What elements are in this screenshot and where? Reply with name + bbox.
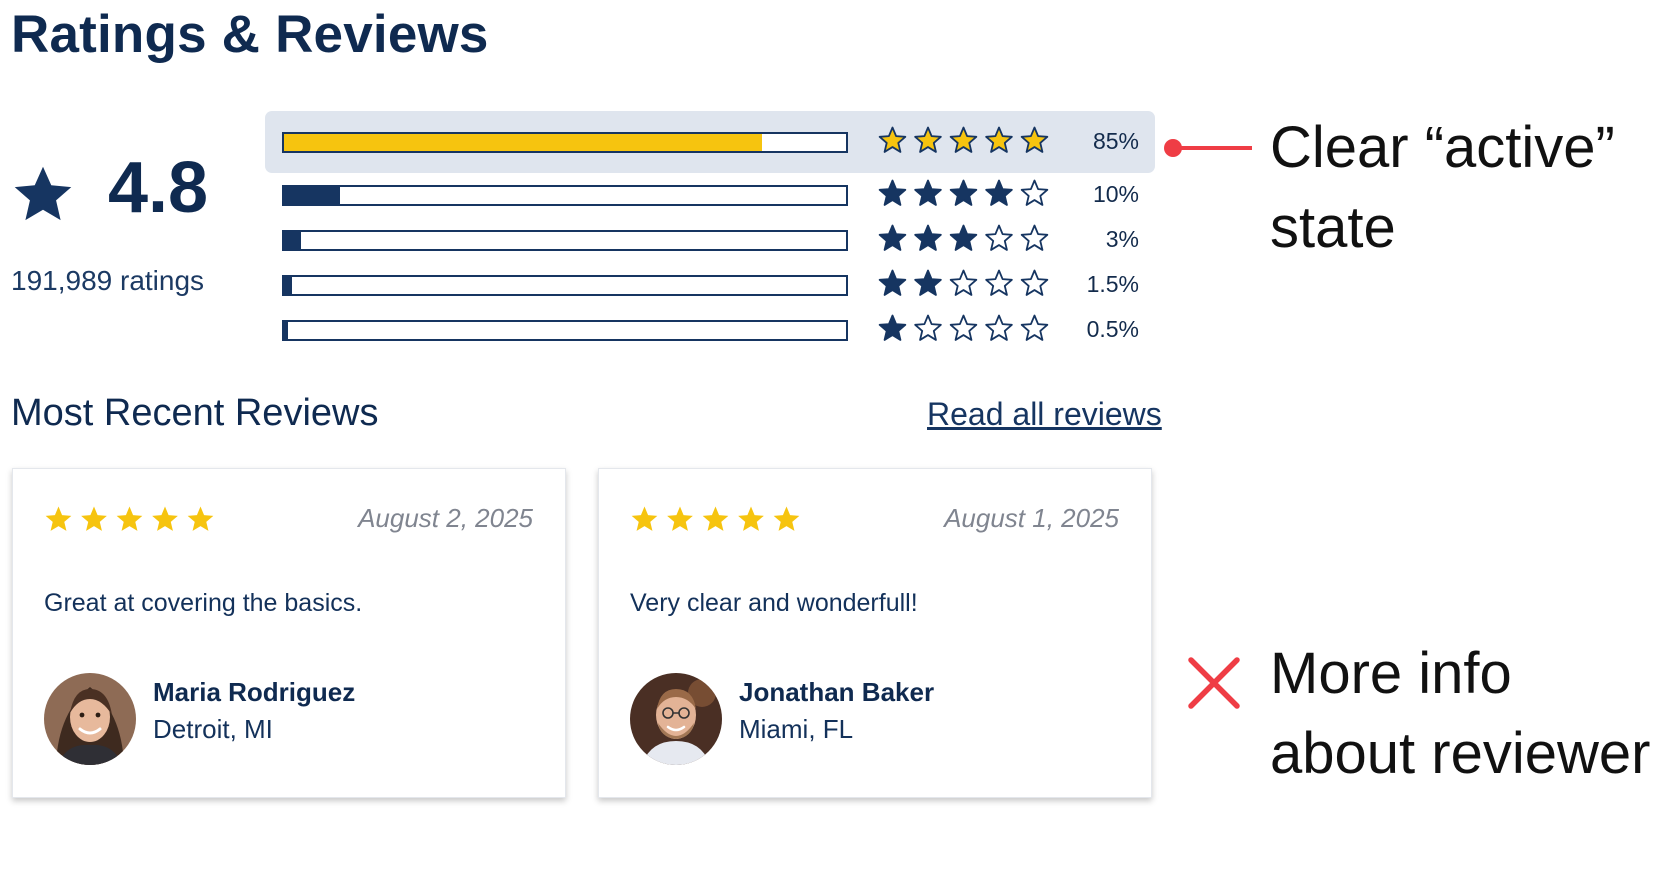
star-rating	[631, 506, 800, 531]
filled-star-icon	[914, 224, 942, 251]
average-rating: 4.8	[108, 148, 209, 228]
filled-star-icon	[914, 126, 942, 153]
star-rating	[878, 314, 1049, 341]
rating-bar	[282, 230, 848, 251]
review-date: August 2, 2025	[358, 503, 533, 533]
review-card: August 2, 2025 Great at covering the bas…	[12, 468, 566, 798]
page-title: Ratings & Reviews	[11, 5, 489, 64]
rating-bar-fill	[284, 187, 341, 204]
annotation-active-state: Clear “active” state	[1270, 108, 1615, 268]
callout-line	[1176, 146, 1252, 150]
star-icon	[14, 166, 72, 221]
rating-bar-fill	[284, 322, 289, 339]
filled-star-icon	[985, 179, 1013, 206]
rating-row-1-star[interactable]: 0.5%	[265, 299, 1155, 361]
filled-star-icon	[878, 126, 907, 153]
rating-percentage: 3%	[1105, 226, 1139, 252]
rating-percentage: 1.5%	[1086, 271, 1139, 297]
empty-star-icon	[914, 314, 942, 341]
section-title: Most Recent Reviews	[11, 392, 379, 434]
ratings-count: 191,989 ratings	[11, 265, 205, 296]
rating-bar	[282, 132, 848, 153]
filled-star-icon	[878, 179, 907, 206]
review-text: Very clear and wonderfull!	[630, 589, 918, 617]
filled-star-icon	[702, 506, 729, 531]
filled-star-icon	[667, 506, 693, 531]
star-rating	[878, 179, 1049, 206]
reviewer-location: Miami, FL	[739, 714, 854, 744]
reviewer-name: Jonathan Baker	[739, 677, 935, 707]
filled-star-icon	[878, 224, 907, 251]
rating-bar	[282, 320, 848, 341]
reviewer-location: Detroit, MI	[153, 714, 273, 744]
rating-bar	[282, 185, 848, 206]
rating-bar	[282, 275, 848, 296]
rating-percentage: 85%	[1092, 128, 1139, 154]
filled-star-icon	[1020, 126, 1049, 153]
empty-star-icon	[1020, 179, 1049, 206]
annotation-line: state	[1270, 195, 1396, 260]
annotation-reviewer-info: More info about reviewer	[1270, 634, 1650, 794]
review-card: August 1, 2025 Very clear and wonderfull…	[598, 468, 1152, 798]
filled-star-icon	[878, 269, 907, 296]
filled-star-icon	[878, 314, 907, 341]
rating-bar-fill	[284, 134, 762, 151]
filled-star-icon	[914, 179, 942, 206]
filled-star-icon	[116, 506, 143, 531]
empty-star-icon	[985, 269, 1013, 296]
filled-star-icon	[949, 126, 978, 153]
filled-star-icon	[81, 506, 107, 531]
empty-star-icon	[1020, 269, 1049, 296]
avatar	[44, 673, 136, 765]
annotation-line: More info	[1270, 641, 1512, 706]
review-date: August 1, 2025	[944, 503, 1119, 533]
annotation-line: Clear “active”	[1270, 115, 1615, 180]
close-icon	[1188, 657, 1240, 709]
star-rating	[45, 506, 214, 531]
filled-star-icon	[187, 506, 214, 531]
star-rating	[878, 269, 1049, 296]
star-rating	[878, 126, 1049, 153]
reviewer-name: Maria Rodriguez	[153, 677, 356, 707]
review-text: Great at covering the basics.	[44, 589, 363, 617]
filled-star-icon	[985, 126, 1013, 153]
filled-star-icon	[152, 506, 178, 531]
filled-star-icon	[45, 506, 72, 531]
filled-star-icon	[949, 224, 978, 251]
annotation-line: about reviewer	[1270, 721, 1651, 786]
filled-star-icon	[773, 506, 800, 531]
empty-star-icon	[985, 224, 1013, 251]
read-all-reviews-link[interactable]: Read all reviews	[927, 396, 1162, 433]
empty-star-icon	[985, 314, 1013, 341]
rating-percentage: 10%	[1092, 181, 1139, 207]
filled-star-icon	[914, 269, 942, 296]
filled-star-icon	[949, 179, 978, 206]
rating-bar-fill	[284, 277, 293, 294]
empty-star-icon	[949, 314, 978, 341]
empty-star-icon	[1020, 314, 1049, 341]
star-rating	[878, 224, 1049, 251]
avatar	[630, 673, 722, 765]
rating-percentage: 0.5%	[1086, 316, 1139, 342]
filled-star-icon	[738, 506, 764, 531]
empty-star-icon	[1020, 224, 1049, 251]
empty-star-icon	[949, 269, 978, 296]
filled-star-icon	[631, 506, 658, 531]
rating-bar-fill	[284, 232, 301, 249]
